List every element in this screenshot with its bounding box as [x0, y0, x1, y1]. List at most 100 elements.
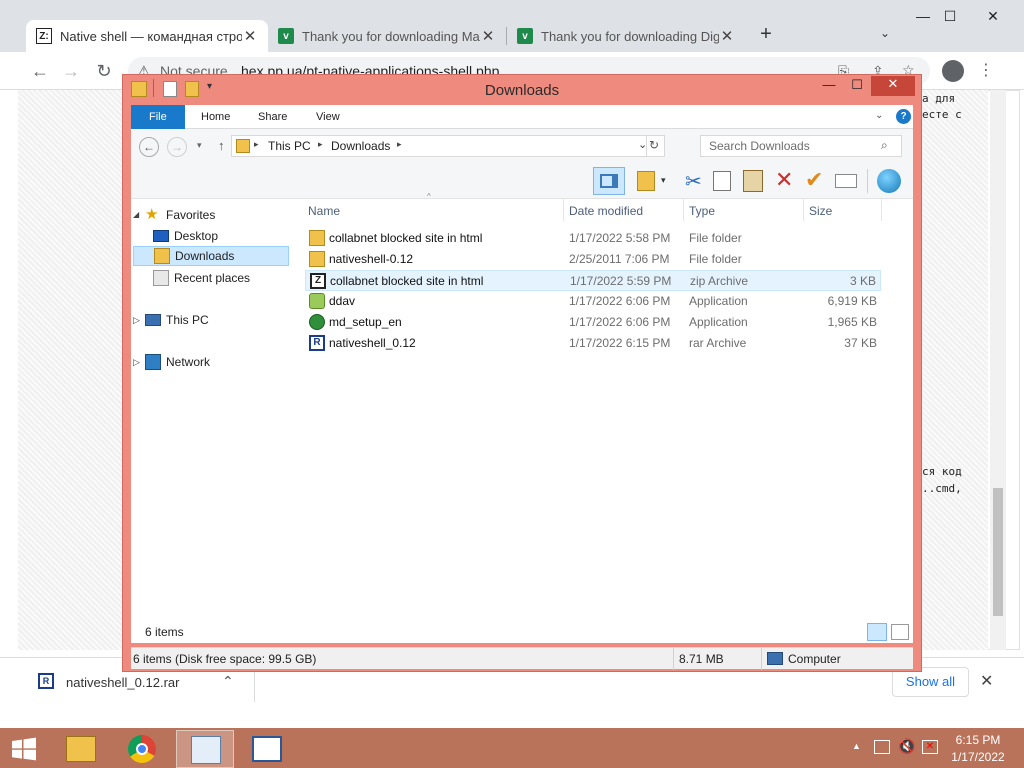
up-arrow-icon[interactable]: ↑ — [218, 138, 225, 153]
new-tab-plus-icon[interactable]: + — [755, 24, 777, 46]
large-icons-view-icon[interactable] — [891, 624, 909, 640]
title-bar[interactable]: ▾ Downloads — ☐ ✕ — [123, 75, 921, 105]
close-tab-icon[interactable]: ✕ — [719, 27, 735, 45]
breadcrumb-chevron-icon[interactable]: ▸ — [254, 139, 259, 150]
zip-icon: Z — [310, 273, 326, 289]
clock-time[interactable]: 6:15 PM — [940, 733, 1016, 747]
nav-desktop[interactable]: Desktop — [153, 226, 285, 246]
tab-native-shell[interactable]: Z: Native shell — командная строка ✕ — [26, 20, 268, 52]
download-chevron-icon[interactable]: ⌃ — [222, 673, 234, 690]
browser-close-icon[interactable]: ✕ — [980, 8, 1006, 28]
ribbon-tab-view[interactable]: View — [304, 105, 352, 129]
page-text-fragment: есте с — [922, 108, 962, 121]
file-row[interactable]: Z collabnet blocked site in html 1/17/20… — [305, 270, 881, 291]
file-row[interactable]: collabnet blocked site in html 1/17/2022… — [305, 228, 881, 249]
rename-icon[interactable] — [835, 174, 857, 188]
refresh-icon[interactable]: ↻ — [649, 138, 659, 152]
browser-maximize-icon[interactable]: ☐ — [937, 8, 963, 28]
browser-minimize-icon[interactable]: — — [910, 8, 936, 28]
page-scrollbar-thumb[interactable] — [993, 488, 1003, 616]
forward-button-icon[interactable]: → — [167, 137, 187, 157]
address-divider — [646, 136, 647, 156]
close-shelf-icon[interactable]: ✕ — [980, 671, 993, 691]
recent-locations-icon[interactable]: ▾ — [197, 140, 202, 151]
app-icon — [309, 293, 325, 309]
column-header-date[interactable]: Date modified — [569, 201, 643, 221]
file-date: 1/17/2022 6:06 PM — [569, 294, 671, 308]
back-button-icon[interactable]: ← — [139, 137, 159, 157]
column-header-name[interactable]: Name — [308, 201, 340, 221]
network-disconnected-icon[interactable]: ✕ — [922, 740, 938, 754]
download-filename[interactable]: nativeshell_0.12.rar — [66, 675, 179, 690]
chrome-menu-icon[interactable]: ⋮ — [978, 60, 994, 82]
nav-downloads[interactable]: Downloads — [133, 246, 289, 266]
file-row[interactable]: ddav 1/17/2022 6:06 PM Application 6,919… — [305, 291, 881, 312]
column-divider[interactable] — [683, 199, 684, 221]
forward-arrow-icon[interactable]: → — [60, 60, 82, 82]
copy-icon[interactable] — [713, 171, 731, 191]
volume-muted-icon[interactable]: 🔇 — [898, 738, 915, 755]
rename-check-icon[interactable]: ✔ — [805, 167, 823, 193]
delete-icon[interactable]: ✕ — [775, 167, 793, 193]
preview-pane-icon[interactable] — [593, 167, 625, 195]
reload-icon[interactable]: ↻ — [93, 60, 115, 82]
expand-ribbon-icon[interactable]: ⌄ — [875, 110, 883, 121]
paste-icon[interactable] — [743, 170, 763, 192]
properties-folder-icon[interactable] — [637, 171, 655, 191]
file-name: nativeshell-0.12 — [329, 252, 414, 266]
address-breadcrumb-bar[interactable]: ▸ This PC ▸ Downloads ▸ ⌄ ↻ — [231, 135, 665, 157]
nav-favorites[interactable]: ◢ ★ Favorites — [133, 205, 283, 225]
details-view-icon[interactable] — [867, 623, 887, 641]
tab-maharaja[interactable]: v Thank you for downloading Mahar ✕ — [268, 20, 506, 52]
ribbon-tab-share[interactable]: Share — [246, 105, 299, 129]
tab-search-chevron-icon[interactable]: ⌄ — [876, 26, 894, 44]
column-divider[interactable] — [803, 199, 804, 221]
breadcrumb-downloads[interactable]: Downloads — [331, 139, 390, 153]
file-date: 1/17/2022 6:06 PM — [569, 315, 671, 329]
taskbar-network-app[interactable] — [176, 730, 234, 768]
file-row[interactable]: nativeshell-0.12 2/25/2011 7:06 PM File … — [305, 249, 881, 270]
window-maximize-icon[interactable]: ☐ — [845, 77, 869, 97]
clock-date[interactable]: 1/17/2022 — [940, 750, 1016, 764]
properties-dropdown-icon[interactable]: ▾ — [661, 175, 666, 186]
expand-arrow-icon[interactable]: ▷ — [133, 310, 145, 330]
file-date: 1/17/2022 6:15 PM — [569, 336, 671, 350]
taskbar-chrome[interactable] — [114, 730, 172, 768]
ribbon-tab-home[interactable]: Home — [189, 105, 242, 129]
column-divider[interactable] — [881, 199, 882, 221]
search-icon[interactable]: ⌕ — [881, 138, 888, 153]
file-row[interactable]: md_setup_en 1/17/2022 6:06 PM Applicatio… — [305, 312, 881, 333]
network-globe-icon[interactable] — [877, 169, 901, 193]
breadcrumb-chevron-icon[interactable]: ▸ — [318, 139, 323, 150]
window-close-icon[interactable]: ✕ — [871, 76, 915, 96]
nav-network[interactable]: ▷ Network — [133, 352, 283, 372]
window-title: Downloads — [484, 82, 560, 99]
taskbar-file-explorer[interactable] — [52, 730, 110, 768]
file-row[interactable]: R nativeshell_0.12 1/17/2022 6:15 PM rar… — [305, 333, 881, 354]
tab-digital[interactable]: v Thank you for downloading Digita ✕ — [507, 20, 745, 52]
file-type: rar Archive — [689, 336, 747, 350]
nav-this-pc[interactable]: ▷ This PC — [133, 310, 283, 330]
nav-recent-places[interactable]: Recent places — [153, 268, 285, 288]
ribbon-tab-file[interactable]: File — [131, 105, 185, 129]
breadcrumb-chevron-icon[interactable]: ▸ — [397, 139, 402, 150]
help-icon[interactable]: ? — [896, 109, 911, 124]
search-input[interactable]: Search Downloads ⌕ — [700, 135, 902, 157]
taskbar-app[interactable] — [238, 730, 296, 768]
column-header-size[interactable]: Size — [809, 201, 832, 221]
profile-avatar-icon[interactable] — [942, 60, 964, 82]
close-tab-icon[interactable]: ✕ — [480, 27, 496, 45]
collapse-arrow-icon[interactable]: ◢ — [133, 205, 145, 225]
cut-icon[interactable]: ✂ — [685, 169, 702, 194]
back-arrow-icon[interactable]: ← — [29, 60, 51, 82]
windows-start-icon[interactable] — [10, 737, 38, 761]
page-right-margin — [918, 90, 988, 650]
action-center-flag-icon[interactable] — [874, 740, 890, 754]
expand-arrow-icon[interactable]: ▷ — [133, 352, 145, 372]
column-divider[interactable] — [563, 199, 564, 221]
show-hidden-icons-icon[interactable]: ▲ — [852, 741, 861, 751]
close-tab-icon[interactable]: ✕ — [242, 27, 258, 45]
column-header-type[interactable]: Type — [689, 201, 715, 221]
window-minimize-icon[interactable]: — — [819, 77, 839, 97]
breadcrumb-this-pc[interactable]: This PC — [268, 139, 311, 153]
